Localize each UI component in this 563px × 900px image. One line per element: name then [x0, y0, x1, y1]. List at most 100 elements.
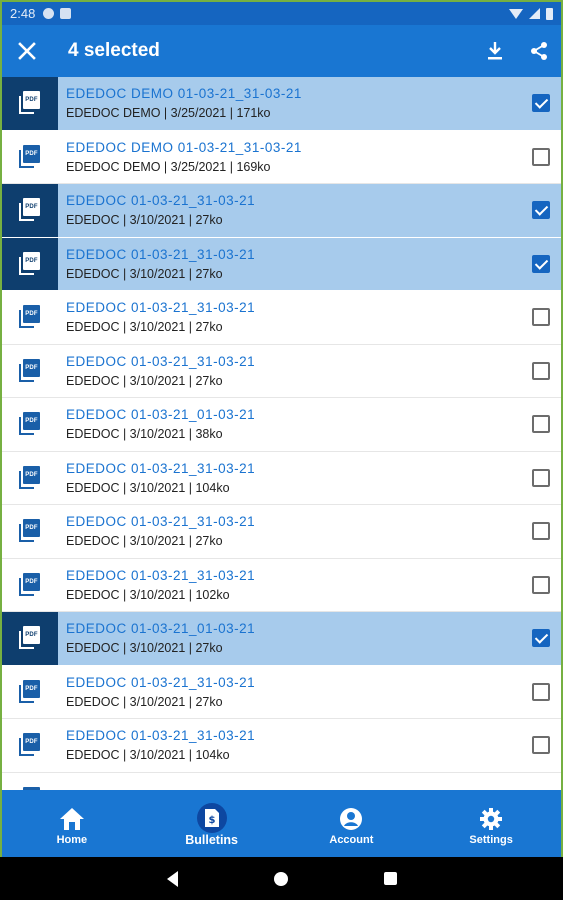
nav-bulletins[interactable]: $ Bulletins [142, 790, 282, 857]
item-texts: EDEDOC 01-03-21_31-03-21 EDEDOC | 3/10/20… [58, 514, 532, 548]
item-checkbox[interactable] [532, 468, 550, 487]
item-texts: EDEDOC 01-03-21_31-03-21 EDEDOC | 3/10/20… [58, 675, 532, 709]
item-checkbox[interactable] [532, 201, 550, 220]
item-checkbox[interactable] [532, 682, 550, 701]
item-title: EDEDOC 01-03-21_31-03-21 [66, 728, 256, 744]
item-meta: EDEDOC | 3/10/2021 | 27ko [66, 694, 223, 709]
pdf-file-icon: PDF [19, 733, 41, 757]
close-button[interactable] [2, 25, 52, 77]
item-checkbox[interactable] [532, 575, 550, 594]
list-item[interactable]: PDF EDEDOC 01-03-21_31-03-21 EDEDOC | 3/10… [2, 237, 561, 291]
pdf-icon-label: PDF [23, 465, 40, 484]
file-icon-cell: PDF [2, 398, 58, 451]
item-checkbox[interactable] [532, 361, 550, 380]
item-meta: EDEDOC | 3/10/2021 | 104ko [66, 480, 230, 495]
list-item[interactable]: PDF EDEDOC 01-03-21_31-03-21 EDEDOC | 3/10… [2, 184, 561, 238]
item-meta: EDEDOC | 3/10/2021 | 38ko [66, 427, 223, 442]
pdf-file-icon: PDF [19, 251, 41, 276]
list-item[interactable]: PDF EDEDOC 01-03-21_01-03-21 EDEDOC | 3/10… [2, 612, 561, 666]
selection-count-title: 4 selected [68, 40, 160, 61]
list-item[interactable]: PDF EDEDOC 01-03-21_31-03-21 EDEDOC | 3/10… [2, 344, 561, 398]
item-title: EDEDOC 01-03-21_01-03-21 [66, 621, 256, 637]
pdf-icon-label: PDF [23, 91, 40, 110]
pdf-icon-label: PDF [23, 733, 40, 752]
nav-settings[interactable]: Settings [421, 790, 561, 857]
pdf-icon-label: PDF [23, 144, 40, 163]
item-meta: EDEDOC DEMO | 3/25/2021 | 169ko [66, 159, 271, 174]
pdf-icon-label: PDF [23, 679, 40, 698]
item-meta: EDEDOC | 3/10/2021 | 27ko [66, 266, 223, 281]
file-icon-cell: PDF [2, 773, 58, 790]
list-item[interactable]: PDF EDEDOC 01-03-21_31-03-21 EDEDOC | 3/10… [2, 719, 561, 773]
pdf-file-icon: PDF [19, 91, 41, 115]
pdf-icon-label: PDF [23, 251, 40, 270]
pdf-file-icon: PDF [19, 519, 41, 543]
list-item[interactable]: PDFEDEDOC 01-03-21_31-03-21 [2, 772, 561, 790]
pdf-file-icon: PDF [19, 572, 41, 597]
system-home-button[interactable] [273, 871, 288, 886]
item-meta: EDEDOC | 3/10/2021 | 102ko [66, 587, 230, 602]
item-texts: EDEDOC 01-03-21_01-03-21 EDEDOC | 3/10/20… [58, 407, 532, 441]
file-icon-cell: PDF [2, 452, 58, 505]
nav-account[interactable]: Account [282, 790, 422, 857]
list-item[interactable]: PDF EDEDOC 01-03-21_31-03-21 EDEDOC | 3/10… [2, 291, 561, 345]
item-checkbox[interactable] [532, 254, 550, 273]
item-checkbox[interactable] [532, 736, 550, 755]
item-meta: EDEDOC DEMO | 3/25/2021 | 171ko [66, 106, 271, 121]
item-meta: EDEDOC | 3/10/2021 | 27ko [66, 641, 223, 656]
nav-home-label: Home [56, 833, 88, 846]
list-item[interactable]: PDF EDEDOC DEMO 01-03-21_31-03-21 EDEDOC D… [2, 130, 561, 184]
bottom-navigation: Home $ Bulletins Account Settings [2, 790, 561, 857]
item-meta: EDEDOC | 3/10/2021 | 27ko [66, 320, 223, 335]
item-meta: EDEDOC | 3/10/2021 | 104ko [66, 748, 230, 763]
pdf-icon-label: PDF [23, 572, 40, 591]
list-item[interactable]: PDF EDEDOC 01-03-21_31-03-21 EDEDOC | 3/10… [2, 558, 561, 612]
item-title: EDEDOC DEMO 01-03-21_31-03-21 [66, 86, 302, 102]
file-icon-cell: PDF [2, 345, 58, 398]
pdf-icon-label: PDF [23, 198, 40, 217]
item-texts: EDEDOC 01-03-21_31-03-21 EDEDOC | 3/10/20… [58, 728, 532, 762]
item-checkbox[interactable] [532, 308, 550, 327]
item-checkbox[interactable] [532, 415, 550, 434]
nav-bulletins-label: Bulletins [185, 832, 239, 847]
item-title: EDEDOC 01-03-21_31-03-21 [66, 460, 256, 476]
file-icon-cell: PDF [2, 505, 58, 558]
pdf-icon-label: PDF [23, 305, 40, 324]
list-item[interactable]: PDF EDEDOC 01-03-21_31-03-21 EDEDOC | 3/10… [2, 451, 561, 505]
item-texts: EDEDOC 01-03-21_01-03-21 EDEDOC | 3/10/20… [58, 621, 532, 655]
item-texts: EDEDOC 01-03-21_31-03-21 EDEDOC | 3/10/20… [58, 461, 532, 495]
file-icon-cell: PDF [2, 237, 58, 290]
sd-card-icon [60, 8, 72, 19]
item-title: EDEDOC 01-03-21_31-03-21 [66, 567, 256, 583]
item-checkbox[interactable] [532, 629, 550, 648]
close-icon [18, 42, 36, 60]
home-icon [59, 807, 84, 830]
list-item[interactable]: PDF EDEDOC DEMO 01-03-21_31-03-21 EDEDOC D… [2, 77, 561, 131]
gear-icon [480, 807, 503, 830]
list-item[interactable]: PDF EDEDOC 01-03-21_31-03-21 EDEDOC | 3/10… [2, 505, 561, 559]
item-checkbox[interactable] [532, 94, 550, 113]
pdf-file-icon: PDF [19, 358, 41, 383]
system-back-button[interactable] [166, 870, 178, 887]
item-checkbox[interactable] [532, 147, 550, 166]
item-title: EDEDOC 01-03-21_31-03-21 [66, 674, 256, 690]
list-item[interactable]: PDF EDEDOC 01-03-21_01-03-21 EDEDOC | 3/10… [2, 398, 561, 452]
download-button[interactable] [473, 25, 517, 77]
account-circle-icon [340, 807, 363, 830]
nav-home[interactable]: Home [2, 790, 142, 857]
nav-account-label: Account [329, 833, 374, 846]
signal-icon [529, 8, 540, 19]
pdf-icon-label: PDF [23, 519, 40, 538]
list-item[interactable]: PDF EDEDOC 01-03-21_31-03-21 EDEDOC | 3/10… [2, 665, 561, 719]
pdf-icon-label: PDF [23, 626, 40, 645]
file-icon-cell: PDF [2, 666, 58, 719]
item-texts: EDEDOC DEMO 01-03-21_31-03-21 EDEDOC DEMO… [58, 86, 532, 120]
share-button[interactable] [517, 25, 561, 77]
pdf-file-icon: PDF [19, 412, 41, 436]
item-checkbox[interactable] [532, 522, 550, 541]
status-bar: 2:48 [2, 2, 561, 25]
file-icon-cell: PDF [2, 559, 58, 612]
system-recents-button[interactable] [383, 872, 397, 885]
item-texts: EDEDOC 01-03-21_31-03-21 EDEDOC | 3/10/20… [58, 568, 532, 602]
item-meta: EDEDOC | 3/10/2021 | 27ko [66, 373, 223, 388]
